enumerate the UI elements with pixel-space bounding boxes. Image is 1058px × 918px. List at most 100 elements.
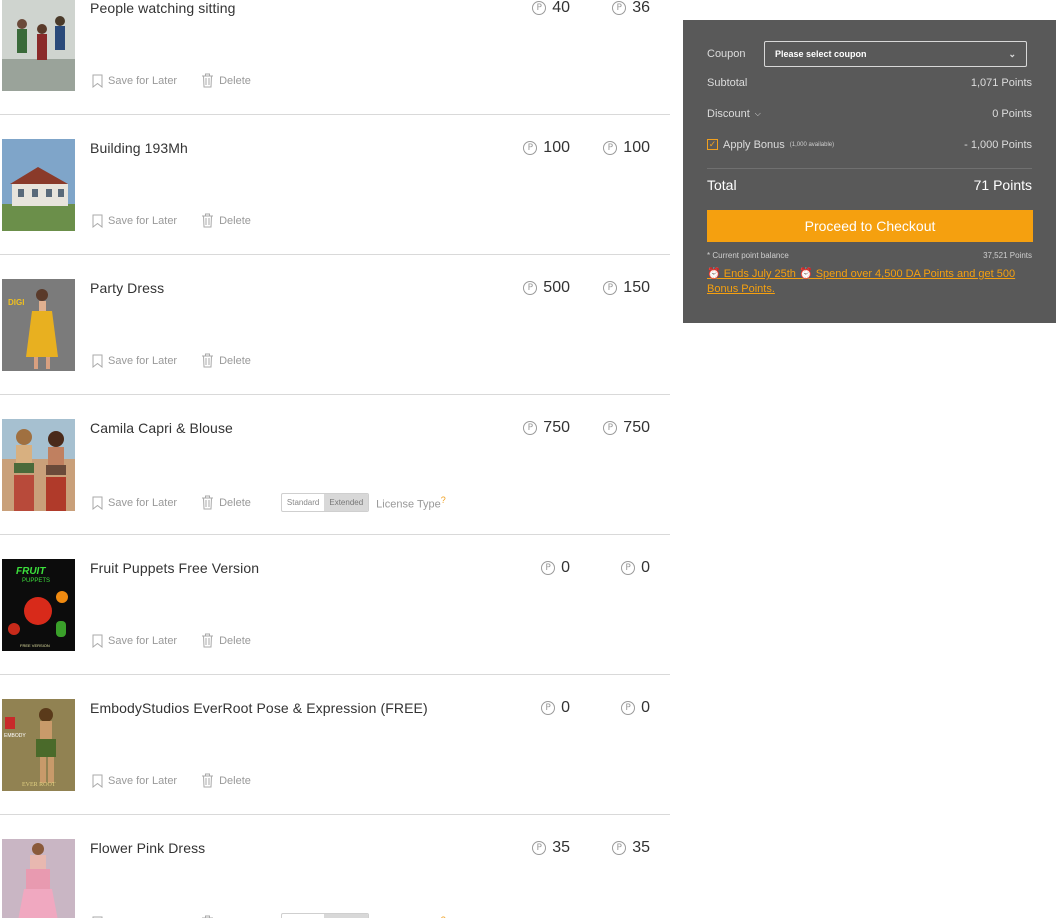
svg-text:DIGI: DIGI: [8, 298, 24, 307]
trash-icon: [202, 773, 214, 788]
apply-bonus-checkbox[interactable]: ✓ Apply Bonus (1,000 available): [707, 139, 834, 151]
delete-label: Delete: [219, 774, 251, 787]
save-for-later-button[interactable]: Save for Later: [92, 634, 177, 648]
product-thumbnail[interactable]: [2, 139, 75, 231]
price-sale: P 100: [603, 139, 650, 157]
points-icon: P: [532, 841, 547, 855]
delete-label: Delete: [219, 634, 251, 647]
point-balance-row: * Current point balance 37,521 Points: [707, 251, 1032, 260]
points-icon: P: [621, 701, 636, 715]
product-thumbnail[interactable]: [2, 839, 75, 918]
svg-text:EMBODY: EMBODY: [4, 733, 26, 739]
cart-item-row: Building 193Mh P 100 P 100 Save for Late…: [0, 115, 670, 255]
item-actions: Save for Later Delete Standard Extended …: [92, 493, 446, 512]
price-original: P 35: [532, 839, 570, 857]
license-option-standard[interactable]: Standard: [282, 914, 324, 918]
points-icon: P: [541, 561, 556, 575]
save-for-later-label: Save for Later: [108, 634, 178, 647]
cart-item-row: People watching sitting P 40 P 36 Save f…: [0, 0, 670, 115]
product-name-link[interactable]: People watching sitting: [90, 0, 236, 16]
chevron-down-icon: ⌄: [1008, 48, 1016, 59]
save-for-later-label: Save for Later: [108, 774, 178, 787]
item-actions: Save for Later Delete: [92, 353, 251, 368]
save-for-later-label: Save for Later: [108, 214, 178, 227]
points-icon: P: [603, 421, 618, 435]
subtotal-value: 1,071 Points: [970, 76, 1032, 89]
delete-button[interactable]: Delete: [201, 773, 251, 788]
price-sale: P 750: [603, 419, 650, 437]
save-for-later-button[interactable]: Save for Later: [92, 496, 177, 510]
save-for-later-button[interactable]: Save for Later: [92, 214, 177, 228]
license-option-standard[interactable]: Standard: [282, 494, 324, 511]
product-thumbnail[interactable]: [2, 0, 75, 91]
price-sale: P 35: [612, 839, 650, 857]
product-name-link[interactable]: Party Dress: [90, 280, 164, 296]
total-row: Total 71 Points: [707, 169, 1032, 200]
apply-bonus-label: Apply Bonus: [723, 138, 785, 151]
help-icon[interactable]: ?: [441, 495, 446, 505]
coupon-select-value: Please select coupon: [775, 49, 867, 59]
price-sale-value: 0: [641, 699, 650, 716]
product-thumbnail[interactable]: FRUIT PUPPETS FREE VERSION: [2, 559, 75, 651]
points-icon: P: [523, 421, 538, 435]
price-sale: P 36: [612, 0, 650, 17]
price-sale-value: 35: [632, 839, 650, 856]
product-name-link[interactable]: EmbodyStudios EverRoot Pose & Expression…: [90, 700, 428, 716]
proceed-to-checkout-button[interactable]: Proceed to Checkout: [707, 210, 1033, 242]
promo-link[interactable]: ⏰ Ends July 25th ⏰ Spend over 4,500 DA P…: [707, 267, 1033, 297]
save-for-later-button[interactable]: Save for Later: [92, 774, 177, 788]
svg-text:PUPPETS: PUPPETS: [22, 578, 50, 584]
product-name-link[interactable]: Flower Pink Dress: [90, 840, 205, 856]
product-thumbnail[interactable]: EMBODY EVER ROOT: [2, 699, 75, 791]
discount-toggle[interactable]: Discount ⌵: [707, 108, 761, 120]
license-option-extended[interactable]: Extended: [324, 914, 369, 918]
bookmark-icon: [92, 214, 103, 228]
price-original-value: 750: [543, 419, 570, 436]
product-name-link[interactable]: Camila Capri & Blouse: [90, 420, 233, 436]
balance-value: 37,521 Points: [983, 251, 1032, 260]
price-sale-value: 36: [632, 0, 650, 16]
save-for-later-button[interactable]: Save for Later: [92, 354, 177, 368]
points-icon: P: [541, 701, 556, 715]
balance-label: * Current point balance: [707, 251, 789, 260]
cart-item-list: People watching sitting P 40 P 36 Save f…: [0, 0, 670, 918]
save-for-later-label: Save for Later: [108, 74, 178, 87]
product-thumbnail[interactable]: [2, 419, 75, 511]
trash-icon: [202, 353, 214, 368]
price-sale-value: 100: [623, 139, 650, 156]
license-toggle: Standard Extended: [280, 493, 370, 512]
delete-button[interactable]: Delete: [201, 353, 251, 368]
points-icon: P: [603, 141, 618, 155]
product-name-link[interactable]: Fruit Puppets Free Version: [90, 560, 259, 576]
subtotal-label: Subtotal: [707, 76, 748, 89]
cart-item-row: EMBODY EVER ROOT EmbodyStudios EverRoot P…: [0, 675, 670, 815]
delete-button[interactable]: Delete: [201, 633, 251, 648]
coupon-select[interactable]: Please select coupon ⌄: [764, 41, 1027, 67]
cart-item-row: Flower Pink Dress P 35 P 35 Save for Lat…: [0, 815, 670, 918]
points-icon: P: [603, 281, 618, 295]
product-name-link[interactable]: Building 193Mh: [90, 140, 188, 156]
price-original: P 0: [541, 559, 570, 577]
license-option-extended[interactable]: Extended: [324, 494, 369, 511]
delete-label: Delete: [219, 214, 251, 227]
save-for-later-button[interactable]: Save for Later: [92, 74, 177, 88]
bonus-available-note: (1,000 available): [789, 141, 835, 148]
delete-label: Delete: [219, 496, 251, 509]
delete-button[interactable]: Delete: [201, 495, 251, 510]
license-type-text: License Type: [376, 498, 441, 511]
trash-icon: [202, 73, 214, 88]
checkbox-checked-icon: ✓: [707, 139, 718, 150]
price-original-value: 35: [552, 839, 570, 856]
coupon-row: Coupon Please select coupon ⌄: [707, 41, 1032, 67]
bookmark-icon: [92, 496, 103, 510]
order-summary-panel: Coupon Please select coupon ⌄ Subtotal 1…: [683, 20, 1056, 323]
price-sale-value: 150: [623, 279, 650, 296]
save-for-later-label: Save for Later: [108, 354, 178, 367]
item-actions: Save for Later Delete: [92, 773, 251, 788]
cart-page: People watching sitting P 40 P 36 Save f…: [0, 0, 1058, 918]
delete-button[interactable]: Delete: [201, 73, 251, 88]
price-original-value: 100: [543, 139, 570, 156]
trash-icon: [202, 633, 214, 648]
product-thumbnail[interactable]: DIGI: [2, 279, 75, 371]
delete-button[interactable]: Delete: [201, 213, 251, 228]
